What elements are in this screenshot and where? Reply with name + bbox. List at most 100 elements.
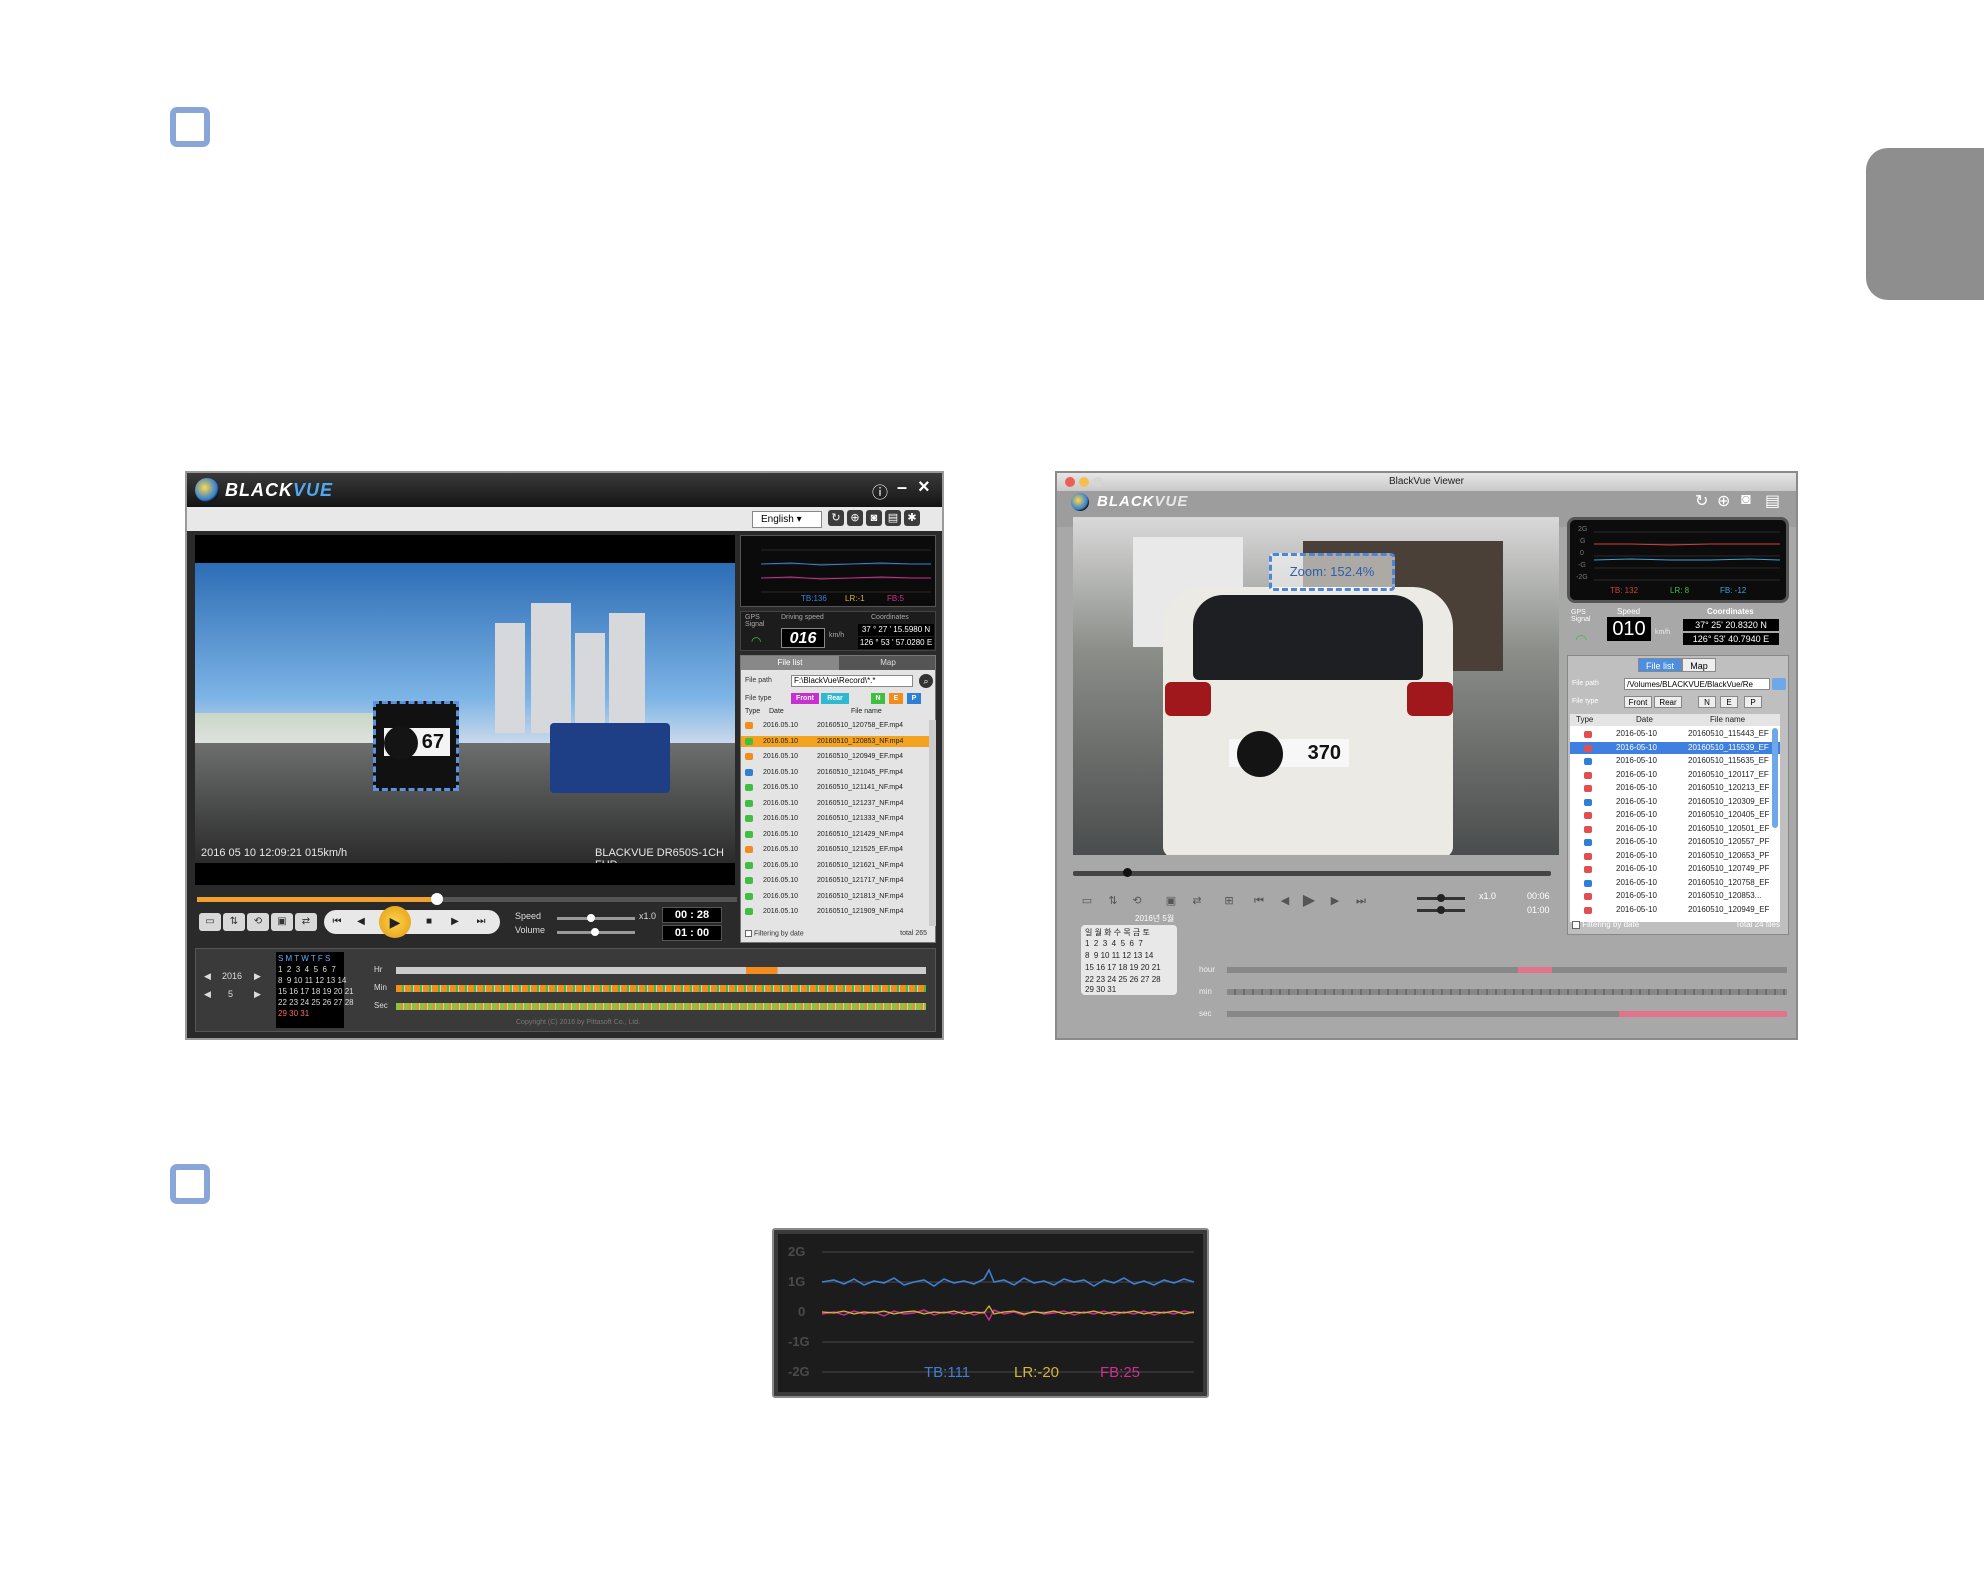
table-row[interactable]: 2016-05-10 20160510_120653_PF bbox=[1570, 850, 1780, 862]
pip-icon[interactable]: ▣ bbox=[1161, 893, 1181, 909]
table-row[interactable]: 2016.05.10 20160510_121621_NF.mp4 bbox=[741, 860, 929, 871]
mac-volume-slider[interactable] bbox=[1417, 906, 1465, 914]
previous-file-icon[interactable]: ⏮ bbox=[328, 913, 346, 931]
previous-file-icon[interactable]: ⏮ bbox=[1249, 893, 1269, 909]
file-list-scrollbar[interactable] bbox=[929, 720, 936, 926]
calendar[interactable]: S M T W T F S 1 2 3 4 5 6 7 8 9 10 11 12… bbox=[276, 952, 354, 1028]
table-row[interactable]: 2016-05-10 20160510_120557_PF bbox=[1570, 836, 1780, 848]
mac-video-player[interactable]: 370 Zoom: 152.4% bbox=[1073, 517, 1559, 855]
type-n-chip[interactable]: N bbox=[871, 693, 885, 704]
search-icon[interactable]: ⌕ bbox=[919, 674, 933, 688]
step-back-icon[interactable]: ◀ bbox=[1275, 893, 1295, 909]
table-row[interactable]: 2016.05.10 20160510_120949_EF.mp4 bbox=[741, 751, 929, 762]
rotate-icon[interactable]: ⟲ bbox=[1127, 893, 1147, 909]
step-forward-icon[interactable]: ▶ bbox=[1325, 893, 1345, 909]
camera-icon[interactable]: ◙ bbox=[1741, 491, 1751, 509]
table-row[interactable]: 2016.05.10 20160510_120758_EF.mp4 bbox=[741, 720, 929, 731]
split-view-icon[interactable]: ▭ bbox=[1077, 893, 1097, 909]
table-row[interactable]: 2016-05-10 20160510_120501_EF bbox=[1570, 823, 1780, 835]
mac-hour-track[interactable] bbox=[1227, 967, 1787, 973]
gear-icon[interactable]: ✱ bbox=[904, 510, 920, 526]
minimize-window-icon[interactable] bbox=[1079, 477, 1089, 487]
play-icon[interactable]: ▶ bbox=[379, 906, 411, 938]
table-row[interactable]: 2016-05-10 20160510_120213_EF bbox=[1570, 782, 1780, 794]
next-file-icon[interactable]: ⏭ bbox=[1351, 893, 1371, 909]
swap-icon[interactable]: ⇄ bbox=[1187, 893, 1207, 909]
play-icon[interactable]: ▶ bbox=[1299, 893, 1319, 909]
hr-track[interactable] bbox=[396, 967, 926, 974]
table-row[interactable]: 2016-05-10 20160510_120949_EF bbox=[1570, 904, 1780, 916]
type-rear-chip[interactable]: Rear bbox=[821, 693, 849, 704]
globe-icon[interactable]: ⊕ bbox=[847, 510, 863, 526]
grid-view-icon[interactable]: ⊞ bbox=[1219, 893, 1239, 909]
table-row[interactable]: 2016.05.10 20160510_121429_NF.mp4 bbox=[741, 829, 929, 840]
print-icon[interactable]: ▤ bbox=[885, 510, 901, 526]
mac-calendar[interactable]: 일 월 화 수 목 금 토 1 2 3 4 5 6 7 8 9 10 11 12… bbox=[1081, 925, 1177, 995]
table-row[interactable]: 2016.05.10 20160510_121909_NF.mp4 bbox=[741, 906, 929, 917]
mirror-icon[interactable]: ⇅ bbox=[1103, 893, 1123, 909]
volume-slider-handle[interactable] bbox=[591, 928, 599, 936]
mac-type-e[interactable]: E bbox=[1720, 696, 1738, 708]
month-prev-icon[interactable]: ◀ bbox=[204, 989, 211, 1000]
mac-tab-map[interactable]: Map bbox=[1682, 658, 1716, 672]
seek-handle[interactable] bbox=[431, 893, 443, 905]
mac-seek-handle[interactable] bbox=[1123, 868, 1132, 877]
table-row[interactable]: 2016.05.10 20160510_120853_NF.mp4 bbox=[741, 735, 929, 747]
table-row[interactable]: 2016-05-10 20160510_115539_EF bbox=[1570, 741, 1780, 754]
close-window-icon[interactable] bbox=[1065, 477, 1075, 487]
table-row[interactable]: 2016-05-10 20160510_120758_EF bbox=[1570, 877, 1780, 889]
table-row[interactable]: 2016.05.10 20160510_121237_NF.mp4 bbox=[741, 798, 929, 809]
tab-file-list[interactable]: File list bbox=[741, 656, 839, 670]
zoom-region[interactable]: 67 bbox=[373, 701, 459, 791]
stop-icon[interactable]: ■ bbox=[420, 913, 438, 931]
mac-speed-slider[interactable] bbox=[1417, 894, 1465, 902]
step-back-icon[interactable]: ◀ bbox=[352, 913, 370, 931]
mac-type-front[interactable]: Front bbox=[1624, 696, 1652, 708]
mirror-icon[interactable]: ⇅ bbox=[223, 913, 245, 931]
month-next-icon[interactable]: ▶ bbox=[254, 989, 261, 1000]
year-next-icon[interactable]: ▶ bbox=[254, 971, 261, 982]
seek-bar[interactable] bbox=[197, 893, 737, 905]
next-file-icon[interactable]: ⏭ bbox=[472, 913, 490, 931]
table-row[interactable]: 2016-05-10 20160510_120749_PF bbox=[1570, 863, 1780, 875]
table-row[interactable]: 2016.05.10 20160510_121717_NF.mp4 bbox=[741, 875, 929, 886]
language-select[interactable]: English ▾ bbox=[752, 511, 822, 528]
mac-type-rear[interactable]: Rear bbox=[1654, 696, 1682, 708]
table-row[interactable]: 2016-05-10 20160510_115443_EF bbox=[1570, 728, 1780, 740]
table-row[interactable]: 2016-05-10 20160510_120309_EF bbox=[1570, 796, 1780, 808]
camera-icon[interactable]: ◙ bbox=[866, 510, 882, 526]
mac-filter-checkbox[interactable] bbox=[1572, 920, 1580, 929]
mac-file-path-input[interactable]: /Volumes/BLACKVUE/BlackVue/Re bbox=[1624, 678, 1770, 690]
year-prev-icon[interactable]: ◀ bbox=[204, 971, 211, 982]
mac-seek-bar[interactable] bbox=[1073, 868, 1551, 877]
table-row[interactable]: 2016-05-10 20160510_120853... bbox=[1570, 890, 1780, 902]
mac-volume-slider-handle[interactable] bbox=[1437, 906, 1445, 914]
refresh-icon[interactable]: ↻ bbox=[1695, 491, 1708, 511]
table-row[interactable]: 2016.05.10 20160510_121045_PF.mp4 bbox=[741, 767, 929, 778]
refresh-icon[interactable]: ↻ bbox=[828, 510, 844, 526]
table-row[interactable]: 2016-05-10 20160510_120117_EF bbox=[1570, 769, 1780, 781]
swap-icon[interactable]: ⇄ bbox=[295, 913, 317, 931]
tab-map[interactable]: Map bbox=[839, 656, 937, 670]
table-row[interactable]: 2016.05.10 20160510_121813_NF.mp4 bbox=[741, 891, 929, 902]
mac-type-p[interactable]: P bbox=[1744, 696, 1762, 708]
globe-icon[interactable]: ⊕ bbox=[1717, 491, 1730, 511]
pip-icon[interactable]: ▣ bbox=[271, 913, 293, 931]
type-e-chip[interactable]: E bbox=[889, 693, 903, 704]
speed-slider-handle[interactable] bbox=[587, 914, 595, 922]
folder-icon[interactable] bbox=[1772, 678, 1786, 690]
filter-checkbox[interactable] bbox=[745, 930, 752, 937]
min-track[interactable] bbox=[396, 985, 926, 992]
print-icon[interactable]: ▤ bbox=[1765, 491, 1780, 511]
video-player[interactable]: 2016 05 10 12:09:21 015km/h BLACKVUE DR6… bbox=[195, 535, 735, 885]
step-forward-icon[interactable]: ▶ bbox=[446, 913, 464, 931]
type-p-chip[interactable]: P bbox=[907, 693, 921, 704]
type-front-chip[interactable]: Front bbox=[791, 693, 819, 704]
speed-slider[interactable] bbox=[557, 914, 635, 922]
volume-slider[interactable] bbox=[557, 928, 635, 936]
mac-file-scrollbar[interactable] bbox=[1772, 728, 1778, 828]
table-row[interactable]: 2016.05.10 20160510_121333_NF.mp4 bbox=[741, 813, 929, 824]
file-path-input[interactable]: F:\BlackVue\Record\*.* bbox=[791, 675, 913, 687]
close-icon[interactable]: × bbox=[918, 476, 930, 499]
mac-tab-file-list[interactable]: File list bbox=[1638, 658, 1682, 672]
